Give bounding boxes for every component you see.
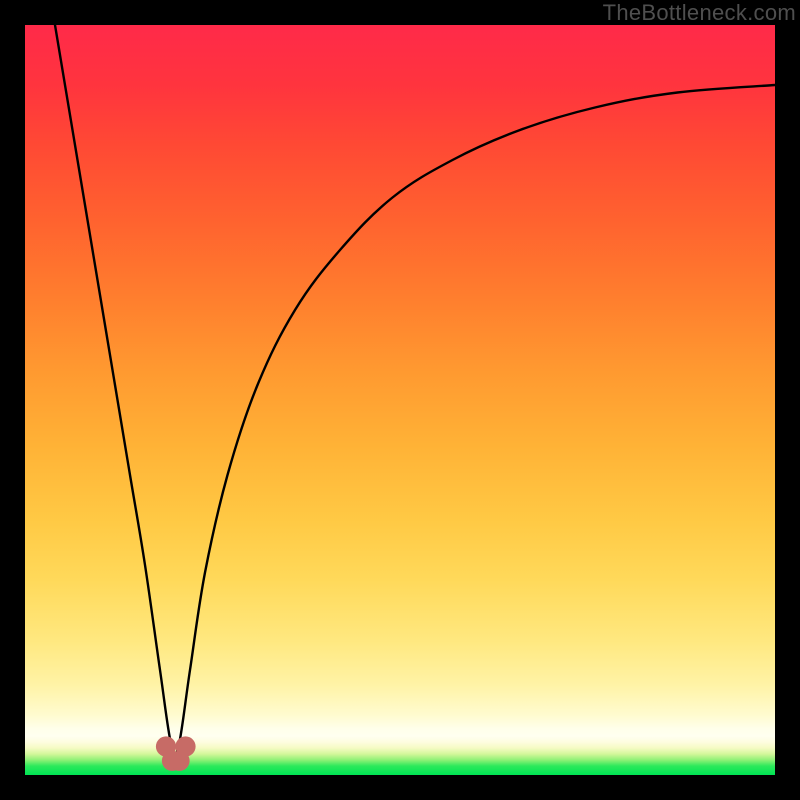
marker-cluster xyxy=(156,736,196,771)
watermark-text: TheBottleneck.com xyxy=(603,0,796,26)
bottleneck-curve-svg xyxy=(25,25,775,775)
marker-dot xyxy=(175,736,195,756)
bottleneck-curve-path xyxy=(55,25,775,755)
plot-frame xyxy=(25,25,775,775)
